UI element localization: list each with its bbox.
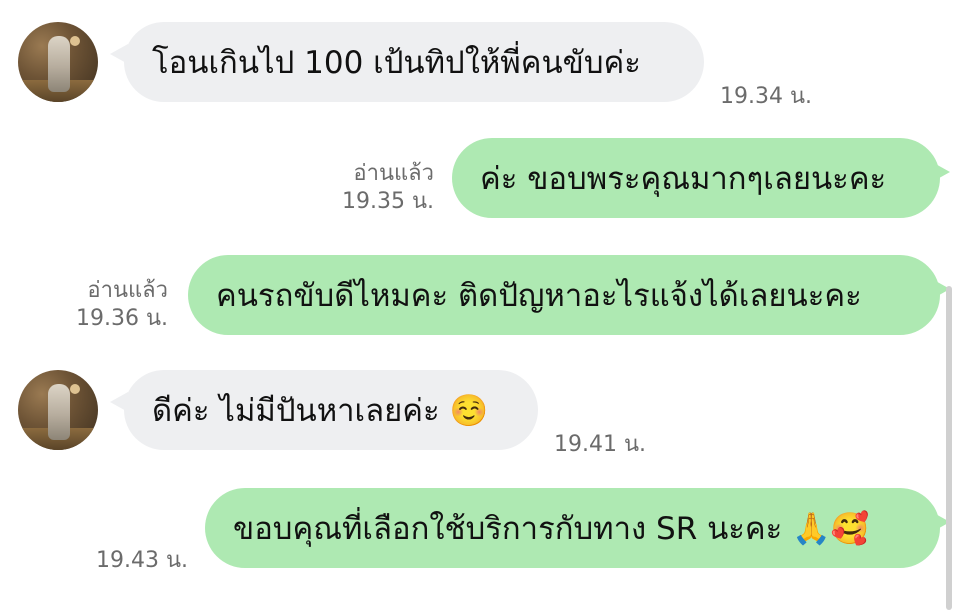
message-text: ดีค่ะ ไม่มีปันหาเลยค่ะ ☺️ — [152, 393, 489, 429]
message-row-outgoing: 19.43 น. ขอบคุณที่เลือกใช้บริการกับทาง S… — [0, 488, 960, 578]
avatar-person — [48, 384, 70, 440]
message-row-outgoing: อ่านแล้ว 19.35 น. ค่ะ ขอบพระคุณมากๆเลยนะ… — [0, 138, 960, 228]
read-receipt: อ่านแล้ว — [353, 161, 434, 186]
message-text: ขอบคุณที่เลือกใช้บริการกับทาง SR นะคะ 🙏🥰 — [233, 511, 870, 547]
scrollbar[interactable] — [946, 286, 952, 610]
outgoing-message-bubble[interactable]: ขอบคุณที่เลือกใช้บริการกับทาง SR นะคะ 🙏🥰 — [205, 488, 940, 568]
message-time: 19.35 น. — [341, 189, 434, 214]
outgoing-message-bubble[interactable]: ค่ะ ขอบพระคุณมากๆเลยนะคะ — [452, 138, 940, 218]
message-time: 19.36 น. — [75, 306, 168, 331]
avatar-light — [70, 36, 80, 46]
message-text: คนรถขับดีไหมคะ ติดปัญหาอะไรแจ้งได้เลยนะค… — [216, 278, 862, 314]
message-meta: อ่านแล้ว 19.36 น. — [34, 277, 168, 333]
read-receipt: อ่านแล้ว — [87, 278, 168, 303]
message-time: 19.43 น. — [96, 548, 189, 573]
outgoing-message-bubble[interactable]: คนรถขับดีไหมคะ ติดปัญหาอะไรแจ้งได้เลยนะค… — [188, 255, 940, 335]
incoming-message-bubble[interactable]: โอนเกินไป 100 เป้นทิปให้พี่คนขับค่ะ — [124, 22, 704, 102]
message-text: ค่ะ ขอบพระคุณมากๆเลยนะคะ — [480, 161, 887, 197]
avatar-person — [48, 36, 70, 92]
message-row-incoming: ดีค่ะ ไม่มีปันหาเลยค่ะ ☺️ 19.41 น. — [0, 370, 960, 460]
bubble-tail — [932, 162, 950, 182]
message-meta: อ่านแล้ว 19.35 น. — [300, 160, 434, 216]
contact-avatar[interactable] — [18, 370, 98, 450]
message-row-incoming: โอนเกินไป 100 เป้นทิปให้พี่คนขับค่ะ 19.3… — [0, 20, 960, 110]
avatar-light — [70, 384, 80, 394]
message-row-outgoing: อ่านแล้ว 19.36 น. คนรถขับดีไหมคะ ติดปัญห… — [0, 255, 960, 345]
message-text: โอนเกินไป 100 เป้นทิปให้พี่คนขับค่ะ — [152, 45, 641, 81]
message-time: 19.34 น. — [720, 84, 813, 109]
incoming-message-bubble[interactable]: ดีค่ะ ไม่มีปันหาเลยค่ะ ☺️ — [124, 370, 538, 450]
message-time: 19.41 น. — [554, 432, 647, 457]
contact-avatar[interactable] — [18, 22, 98, 102]
